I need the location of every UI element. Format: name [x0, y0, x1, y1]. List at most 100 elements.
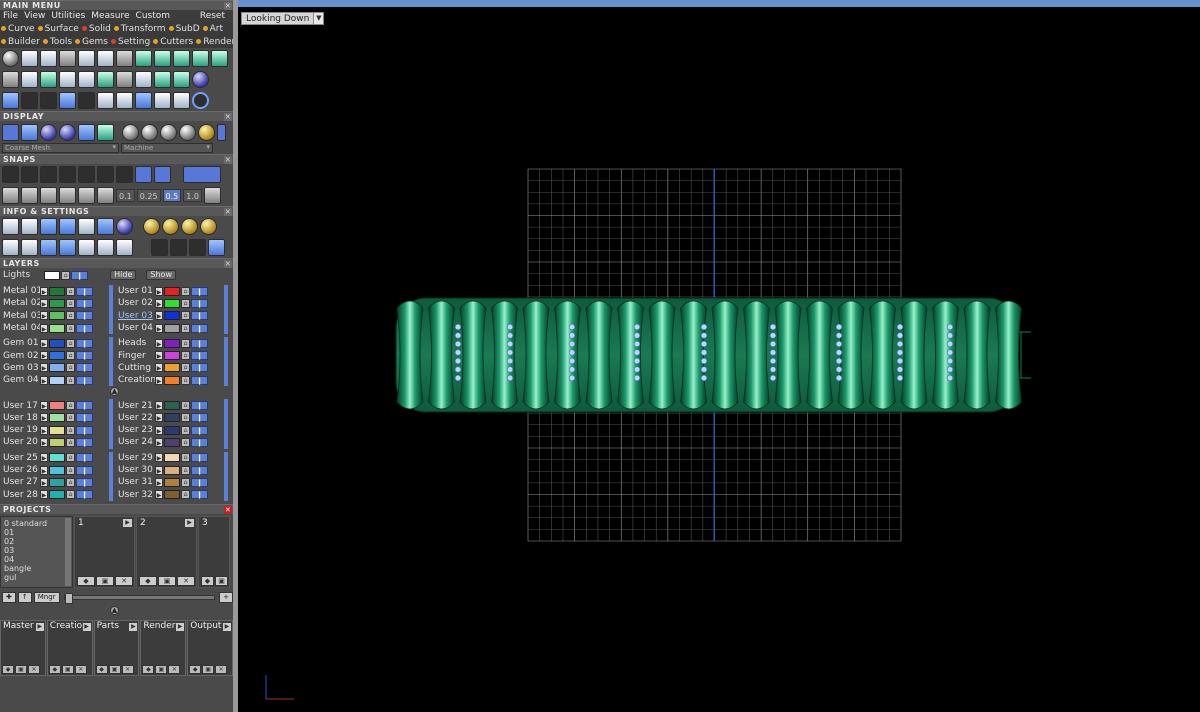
layer-visible-toggle[interactable]: ❙ [76, 401, 93, 411]
add-project-icon[interactable]: ✚ [2, 592, 16, 604]
layers-info-icon[interactable] [40, 218, 57, 235]
layer-row[interactable]: User 30 ▶ ⌂ ❙ [115, 464, 230, 476]
settings-gear-icon[interactable] [2, 218, 19, 235]
tab-save-icon[interactable]: ▣ [155, 664, 168, 674]
module-cutters[interactable]: Cutters [152, 37, 195, 47]
snap-line-icon[interactable] [135, 166, 152, 183]
layer-expand-icon[interactable]: ▶ [40, 453, 48, 463]
circle-tool-icon[interactable] [192, 92, 209, 109]
layer-visible-toggle[interactable]: ❙ [76, 375, 93, 385]
layer-expand-icon[interactable]: ▶ [40, 477, 48, 487]
tab-arrow-icon[interactable]: ▶ [35, 622, 44, 631]
layer-name[interactable]: User 22 [115, 413, 155, 423]
layer-row[interactable]: Cutting ▶ ⌂ ❙ [115, 362, 230, 374]
tab-add-icon[interactable]: ◆ [189, 664, 202, 674]
hide-button[interactable]: Hide [110, 270, 137, 280]
bangle-model[interactable] [395, 297, 1031, 413]
filter-info-icon[interactable] [78, 239, 95, 256]
layer-expand-icon[interactable]: ▶ [155, 351, 163, 361]
close-icon[interactable]: ✕ [224, 208, 232, 216]
close-icon[interactable]: ✕ [224, 505, 232, 514]
tab-add-icon[interactable]: ◆ [142, 664, 155, 674]
layer-visible-toggle[interactable]: ❙ [191, 363, 208, 373]
layer-name[interactable]: User 26 [0, 465, 40, 475]
bottom-tab[interactable]: Master ▶ ◆ ▣ ✕ [0, 619, 46, 676]
layer-visible-toggle[interactable]: ❙ [191, 351, 208, 361]
layer-color-swatch[interactable] [164, 477, 180, 487]
layer-name[interactable]: User 28 [0, 490, 40, 500]
display-toggle[interactable] [217, 123, 226, 141]
snap-circle-icon[interactable] [97, 166, 114, 183]
layer-name[interactable]: User 17 [0, 401, 40, 411]
layer-name[interactable]: User 25 [0, 453, 40, 463]
layer-row[interactable]: User 25 ▶ ⌂ ❙ [0, 452, 115, 464]
module-builder[interactable]: Builder [0, 37, 42, 47]
collapse-knob-icon[interactable]: ▲ [110, 605, 119, 615]
layer-row[interactable]: User 26 ▶ ⌂ ❙ [0, 464, 115, 476]
layer-color-swatch[interactable] [49, 490, 65, 500]
layer-lock-icon[interactable]: ⌂ [66, 437, 75, 447]
snap-curve-icon[interactable] [21, 166, 38, 183]
layer-row[interactable]: User 28 ▶ ⌂ ❙ [0, 488, 115, 500]
layer-name[interactable]: User 20 [0, 437, 40, 447]
lights-visible-toggle[interactable]: ❙ [71, 270, 89, 280]
layer-color-swatch[interactable] [49, 437, 65, 447]
snap-point-icon[interactable] [59, 166, 76, 183]
layer-name[interactable]: Metal 02 [0, 298, 40, 308]
tab-save-icon[interactable]: ▣ [61, 664, 74, 674]
layer-lock-icon[interactable]: ⌂ [66, 375, 75, 385]
layer-group-bar[interactable] [224, 285, 228, 335]
material-select[interactable]: Machine [121, 143, 213, 153]
menu-measure[interactable]: Measure [88, 11, 132, 21]
layer-row[interactable]: User 19 ▶ ⌂ ❙ [0, 424, 115, 436]
layer-row[interactable]: User 23 ▶ ⌂ ❙ [115, 424, 230, 436]
tab-add-icon[interactable]: ◆ [2, 664, 14, 674]
tab-delete-icon[interactable]: ✕ [74, 664, 87, 674]
menu-file[interactable]: File [0, 11, 21, 21]
camera-info-icon[interactable] [208, 239, 225, 256]
tab-arrow-icon[interactable]: ▶ [129, 622, 138, 631]
layer-name[interactable]: Gem 01 [0, 338, 40, 348]
project-list-item[interactable]: gul [4, 573, 72, 582]
layer-lock-icon[interactable]: ⌂ [66, 311, 75, 321]
project-list-item[interactable]: 04 [4, 555, 72, 564]
silver-sphere-icon[interactable] [160, 123, 177, 141]
layer-name[interactable]: Finger [115, 351, 155, 361]
sweep-tool-icon[interactable] [154, 50, 171, 67]
layer-expand-icon[interactable]: ▶ [155, 311, 163, 321]
layer-color-swatch[interactable] [49, 453, 65, 463]
layer-lock-icon[interactable]: ⌂ [66, 351, 75, 361]
up-project-icon[interactable]: ↑ [17, 592, 32, 604]
layer-color-swatch[interactable] [164, 323, 180, 333]
layer-lock-icon[interactable]: ⌂ [181, 477, 190, 487]
layer-visible-toggle[interactable]: ❙ [76, 413, 93, 423]
effects-info-icon[interactable] [170, 239, 187, 256]
layer-lock-icon[interactable]: ⌂ [66, 490, 75, 500]
snap-grid-toggle-icon[interactable] [204, 187, 222, 204]
module-transform[interactable]: Transform [113, 24, 168, 34]
layer-row[interactable]: User 32 ▶ ⌂ ❙ [115, 488, 230, 500]
layer-visible-toggle[interactable]: ❙ [191, 413, 208, 423]
layer-row[interactable]: Gem 01 ▶ ⌂ ❙ [0, 337, 115, 349]
layer-lock-icon[interactable]: ⌂ [181, 490, 190, 500]
tab-delete-icon[interactable]: ✕ [28, 664, 40, 674]
layer-expand-icon[interactable]: ▶ [155, 323, 163, 333]
frame-tool-icon[interactable] [135, 92, 152, 109]
layer-visible-toggle[interactable]: ❙ [191, 375, 208, 385]
text-tool-icon[interactable] [116, 71, 133, 88]
snap-measure-icon[interactable] [40, 187, 57, 204]
bottom-tab[interactable]: Render ▶ ◆ ▣ ✕ [140, 619, 187, 676]
layer-color-swatch[interactable] [49, 338, 65, 348]
layer-expand-icon[interactable]: ▶ [40, 413, 48, 423]
layer-expand-icon[interactable]: ▶ [155, 298, 163, 308]
layer-lock-icon[interactable]: ⌂ [181, 323, 190, 333]
bottom-tab[interactable]: Creation ▶ ◆ ▣ ✕ [46, 619, 93, 676]
layer-visible-toggle[interactable]: ❙ [76, 437, 93, 447]
layer-visible-toggle[interactable]: ❙ [76, 286, 93, 296]
layer-row[interactable]: User 04 ▶ ⌂ ❙ [115, 322, 230, 334]
folder-info-icon[interactable] [162, 218, 179, 235]
layer-name[interactable]: Gem 03 [0, 363, 40, 373]
slot-save-icon[interactable]: ▣ [215, 575, 228, 586]
arc-tool-icon[interactable] [21, 92, 38, 109]
layer-row[interactable]: Gem 02 ▶ ⌂ ❙ [0, 349, 115, 361]
